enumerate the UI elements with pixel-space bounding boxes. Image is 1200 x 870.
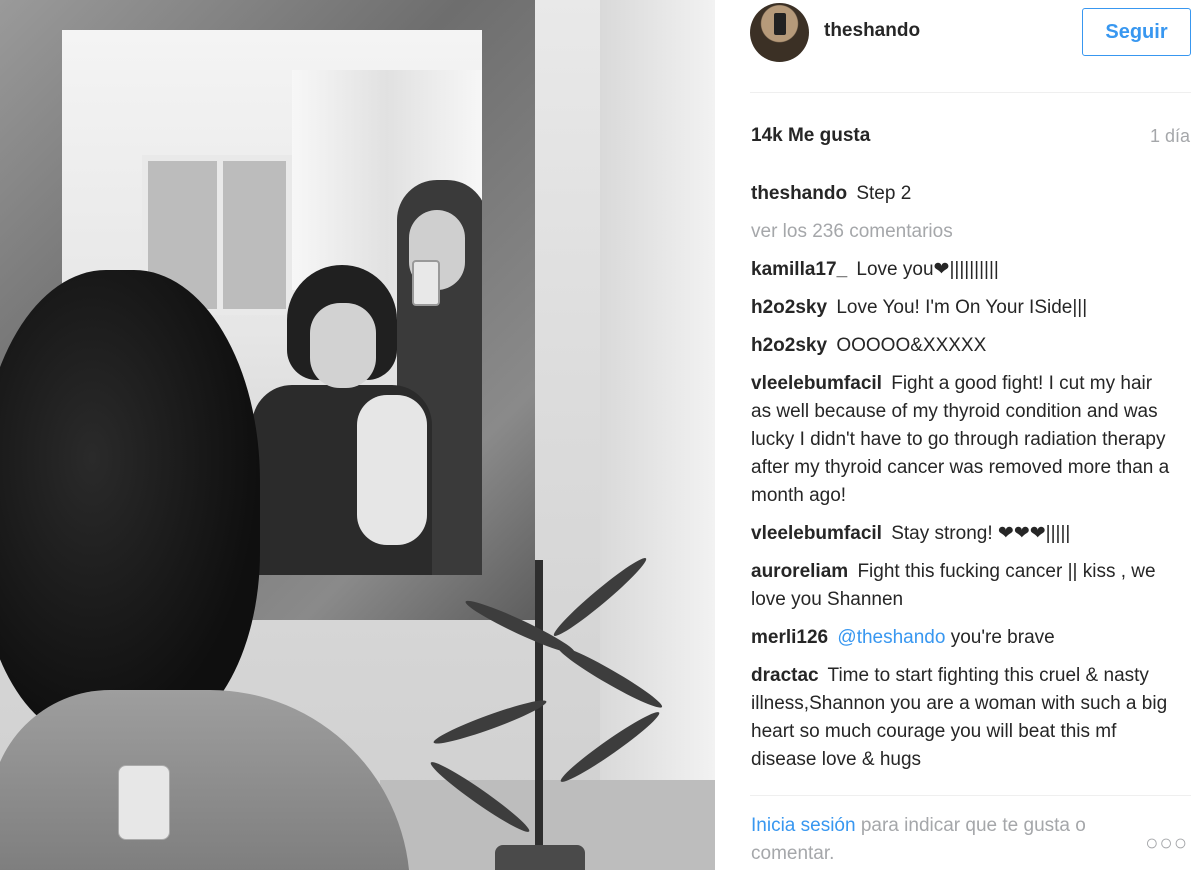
comment-username[interactable]: merli126 bbox=[751, 627, 828, 648]
follow-button[interactable]: Seguir bbox=[1082, 8, 1191, 56]
more-options-icon[interactable]: ○○○ bbox=[1145, 830, 1188, 856]
caption-username[interactable]: theshando bbox=[751, 183, 847, 204]
likes-count[interactable]: 14k Me gusta bbox=[751, 125, 870, 147]
comment-username[interactable]: h2o2sky bbox=[751, 297, 827, 318]
bamboo-plant bbox=[400, 500, 700, 870]
comment-username[interactable]: dractac bbox=[751, 665, 819, 686]
foreground-shoulder bbox=[0, 690, 410, 870]
view-all-comments-link[interactable]: ver los 236 comentarios bbox=[751, 218, 1171, 246]
post-photo[interactable] bbox=[0, 0, 715, 870]
post-username[interactable]: theshando bbox=[824, 20, 920, 42]
avatar[interactable] bbox=[750, 3, 809, 62]
comment-item: merli126 @theshando you're brave bbox=[751, 624, 1171, 652]
comment-item: kamilla17_ Love you❤|||||||||| bbox=[751, 256, 1171, 284]
login-prompt: Inicia sesión para indicar que te gusta … bbox=[751, 812, 1141, 868]
login-link[interactable]: Inicia sesión bbox=[751, 815, 856, 836]
header-divider bbox=[750, 92, 1191, 93]
comment-username[interactable]: kamilla17_ bbox=[751, 259, 847, 280]
comment-username[interactable]: h2o2sky bbox=[751, 335, 827, 356]
comment-text: OOOOO&XXXXX bbox=[836, 335, 987, 356]
post-caption: theshando Step 2 bbox=[751, 180, 1171, 208]
bottle bbox=[118, 765, 170, 840]
comment-text: Stay strong! ❤❤❤||||| bbox=[891, 523, 1071, 544]
comment-item: h2o2sky Love You! I'm On Your ISide||| bbox=[751, 294, 1171, 322]
post-timestamp[interactable]: 1 día bbox=[1150, 126, 1190, 147]
comment-mention-link[interactable]: @theshando bbox=[837, 627, 945, 648]
foreground-head bbox=[0, 270, 260, 740]
comments-list[interactable]: theshando Step 2 ver los 236 comentarios… bbox=[751, 180, 1171, 788]
post-header: theshando Seguir bbox=[715, 0, 1200, 93]
comment-text: Love You! I'm On Your ISide||| bbox=[836, 297, 1088, 318]
comment-item: vleelebumfacil Stay strong! ❤❤❤||||| bbox=[751, 520, 1171, 548]
comment-username[interactable]: vleelebumfacil bbox=[751, 523, 882, 544]
comment-username[interactable]: auroreliam bbox=[751, 561, 848, 582]
comment-item: auroreliam Fight this fucking cancer || … bbox=[751, 558, 1171, 614]
footer-divider bbox=[750, 795, 1191, 796]
comment-item: vleelebumfacil Fight a good fight! I cut… bbox=[751, 370, 1171, 510]
comment-username[interactable]: vleelebumfacil bbox=[751, 373, 882, 394]
comment-item: h2o2sky OOOOO&XXXXX bbox=[751, 332, 1171, 360]
post-side-panel: theshando Seguir 14k Me gusta 1 día thes… bbox=[715, 0, 1200, 870]
comment-text: Love you❤|||||||||| bbox=[856, 259, 999, 280]
caption-text: Step 2 bbox=[856, 183, 912, 204]
comment-item: dractac Time to start fighting this crue… bbox=[751, 662, 1171, 774]
comment-text: you're brave bbox=[950, 627, 1055, 648]
